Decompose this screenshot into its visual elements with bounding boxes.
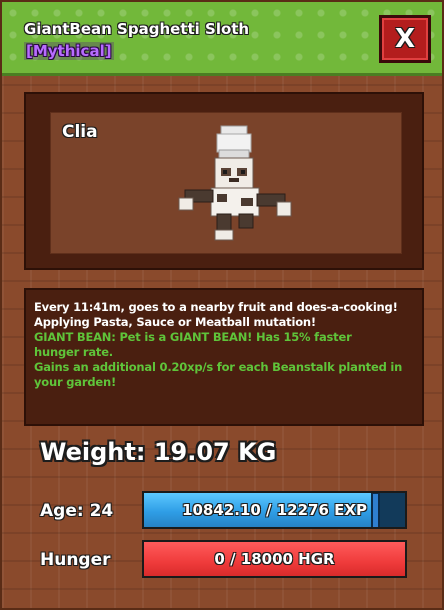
description-line: your garden! (34, 375, 116, 389)
exp-text: 10842.10 / 12276 EXP (182, 501, 367, 519)
close-icon: X (394, 24, 416, 54)
sloth-chef-model-icon (178, 125, 292, 241)
hunger-label: Hunger (40, 550, 111, 570)
pet-viewport[interactable]: Clia (50, 112, 402, 254)
pet-title: GiantBean Spaghetti Sloth (24, 20, 250, 38)
pet-viewport-frame: Clia (24, 92, 424, 270)
weight-label: Weight: 19.07 KG (40, 438, 277, 466)
description-line: Every 11:41m, goes to a nearby fruit and… (34, 300, 398, 314)
panel-header: GiantBean Spaghetti Sloth [Mythical] X (2, 2, 442, 76)
exp-progress-bar: 10842.10 / 12276 EXP (142, 491, 407, 529)
rarity-badge: [Mythical] (24, 42, 114, 60)
age-label: Age: 24 (40, 501, 114, 521)
description-line: Applying Pasta, Sauce or Meatball mutati… (34, 315, 316, 329)
description-line: Gains an additional 0.20xp/s for each Be… (34, 360, 403, 374)
pet-info-panel: GiantBean Spaghetti Sloth [Mythical] X C… (0, 0, 444, 610)
ability-description: Every 11:41m, goes to a nearby fruit and… (24, 288, 424, 426)
pet-name: Clia (62, 122, 98, 142)
hunger-progress-bar: 0 / 18000 HGR (142, 540, 407, 578)
description-line: hunger rate. (34, 345, 113, 359)
description-line: GIANT BEAN: Pet is a GIANT BEAN! Has 15%… (34, 330, 352, 344)
hunger-text: 0 / 18000 HGR (214, 550, 335, 568)
close-button[interactable]: X (379, 15, 431, 63)
